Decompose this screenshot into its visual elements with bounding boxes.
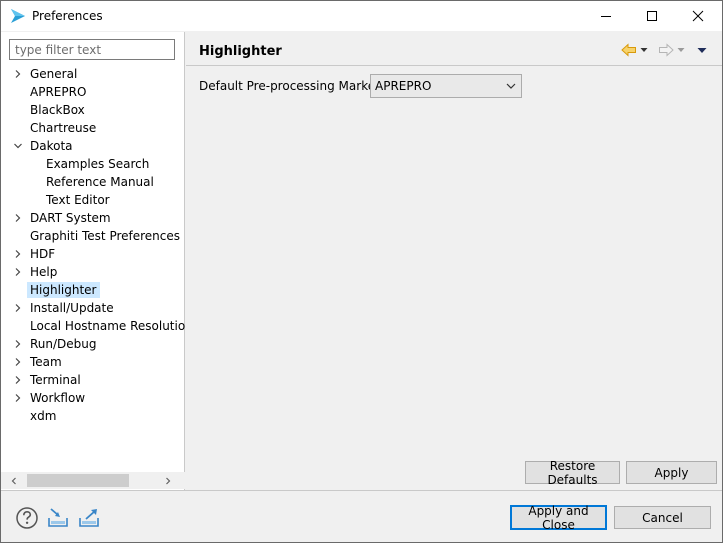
back-menu-chevron-down-icon[interactable]: [639, 40, 649, 60]
scroll-left-arrow-icon[interactable]: [5, 472, 22, 489]
page-title: Highlighter: [199, 44, 282, 59]
tree-item-label: Local Hostname Resolution: [30, 319, 193, 333]
tree-item-label: Text Editor: [46, 193, 110, 207]
tree-item[interactable]: Help: [1, 263, 185, 281]
tree-item-label: HDF: [30, 247, 56, 261]
page-navigation: [620, 40, 720, 60]
minimize-icon: [601, 16, 611, 17]
import-icon[interactable]: [46, 506, 70, 530]
chevron-right-icon[interactable]: [13, 267, 23, 277]
title-bar[interactable]: Preferences: [1, 1, 722, 31]
tree-item-label: Help: [30, 265, 58, 279]
scroll-right-arrow-icon[interactable]: [159, 472, 176, 489]
tree-item-label: Dakota: [30, 139, 73, 153]
preference-page: Highlighter Default Pre-processing Marke…: [186, 32, 722, 490]
tree-item[interactable]: Dakota: [1, 137, 185, 155]
tree-item[interactable]: BlackBox: [1, 101, 185, 119]
tree-item-label: Run/Debug: [30, 337, 97, 351]
preferences-window: Preferences General APREPRO BlackBox Chartr…: [0, 0, 723, 543]
tree-item[interactable]: xdm: [1, 407, 185, 425]
tree-item[interactable]: Local Hostname Resolution: [1, 317, 193, 335]
tree-item[interactable]: Graphiti Test Preferences: [1, 227, 185, 245]
app-logo-icon: [10, 8, 26, 24]
cancel-button[interactable]: Cancel: [614, 506, 711, 529]
tree-item[interactable]: General: [1, 65, 185, 83]
tree-item-label: BlackBox: [30, 103, 85, 117]
view-menu-chevron-down-icon[interactable]: [695, 40, 709, 60]
tree-item[interactable]: Chartreuse: [1, 119, 185, 137]
chevron-right-icon[interactable]: [13, 375, 23, 385]
chevron-right-icon[interactable]: [13, 393, 23, 403]
window-title: Preferences: [32, 9, 103, 23]
tree-item[interactable]: Terminal: [1, 371, 185, 389]
marker-field-label: Default Pre-processing Marker:: [199, 79, 384, 93]
tree-item[interactable]: Examples Search: [1, 155, 185, 173]
filter-input[interactable]: [9, 39, 175, 60]
tree-item[interactable]: Reference Manual: [1, 173, 185, 191]
tree-item[interactable]: APREPRO: [1, 83, 185, 101]
horizontal-scrollbar[interactable]: [1, 472, 185, 489]
apply-button[interactable]: Apply: [626, 461, 717, 484]
tree-item-label: General: [30, 67, 78, 81]
chevron-right-icon[interactable]: [13, 357, 23, 367]
chevron-right-icon[interactable]: [13, 249, 23, 259]
close-icon: [692, 10, 704, 22]
tree-item-label: Terminal: [30, 373, 81, 387]
tree-item-label: APREPRO: [30, 85, 87, 99]
export-icon[interactable]: [77, 506, 101, 530]
tree-item-label: Highlighter: [27, 282, 100, 298]
minimize-button[interactable]: [583, 1, 629, 31]
tree-item[interactable]: Run/Debug: [1, 335, 185, 353]
marker-select[interactable]: APREPRO: [370, 74, 522, 98]
tree-item[interactable]: DART System: [1, 209, 185, 227]
chevron-right-icon[interactable]: [13, 69, 23, 79]
chevron-down-icon[interactable]: [13, 141, 23, 151]
chevron-down-icon: [506, 83, 516, 89]
tree-item[interactable]: Install/Update: [1, 299, 185, 317]
dialog-footer: Apply and Close Cancel: [1, 491, 722, 542]
chevron-right-icon[interactable]: [13, 339, 23, 349]
close-button[interactable]: [675, 1, 721, 31]
tree-item-label: Examples Search: [46, 157, 150, 171]
back-arrow-icon[interactable]: [620, 40, 638, 60]
forward-arrow-icon[interactable]: [657, 40, 675, 60]
tree-item-label: Install/Update: [30, 301, 114, 315]
help-icon[interactable]: [15, 506, 39, 530]
forward-menu-chevron-down-icon[interactable]: [676, 40, 686, 60]
tree-item-label: Reference Manual: [46, 175, 154, 189]
tree-item-label: DART System: [30, 211, 111, 225]
preference-tree-panel: General APREPRO BlackBox Chartreuse Dakota Ex…: [1, 32, 193, 490]
maximize-button[interactable]: [629, 1, 675, 31]
tree-item[interactable]: Text Editor: [1, 191, 185, 209]
tree-item[interactable]: Workflow: [1, 389, 185, 407]
restore-defaults-button[interactable]: Restore Defaults: [525, 459, 620, 487]
tree-item[interactable]: HDF: [1, 245, 185, 263]
chevron-right-icon[interactable]: [13, 303, 23, 313]
scrollbar-thumb[interactable]: [27, 474, 129, 487]
marker-select-value: APREPRO: [375, 79, 432, 93]
chevron-right-icon[interactable]: [13, 213, 23, 223]
tree-item-label: Chartreuse: [30, 121, 97, 135]
tree-item-label: Graphiti Test Preferences: [30, 229, 181, 243]
tree-item[interactable]: Team: [1, 353, 185, 371]
apply-and-close-button[interactable]: Apply and Close: [510, 504, 607, 532]
tree-item-label: xdm: [30, 409, 57, 423]
tree-item-label: Team: [30, 355, 62, 369]
maximize-icon: [647, 11, 657, 21]
tree-item-label: Workflow: [30, 391, 86, 405]
tree-item[interactable]: Highlighter: [1, 281, 185, 299]
title-separator: [186, 65, 722, 66]
